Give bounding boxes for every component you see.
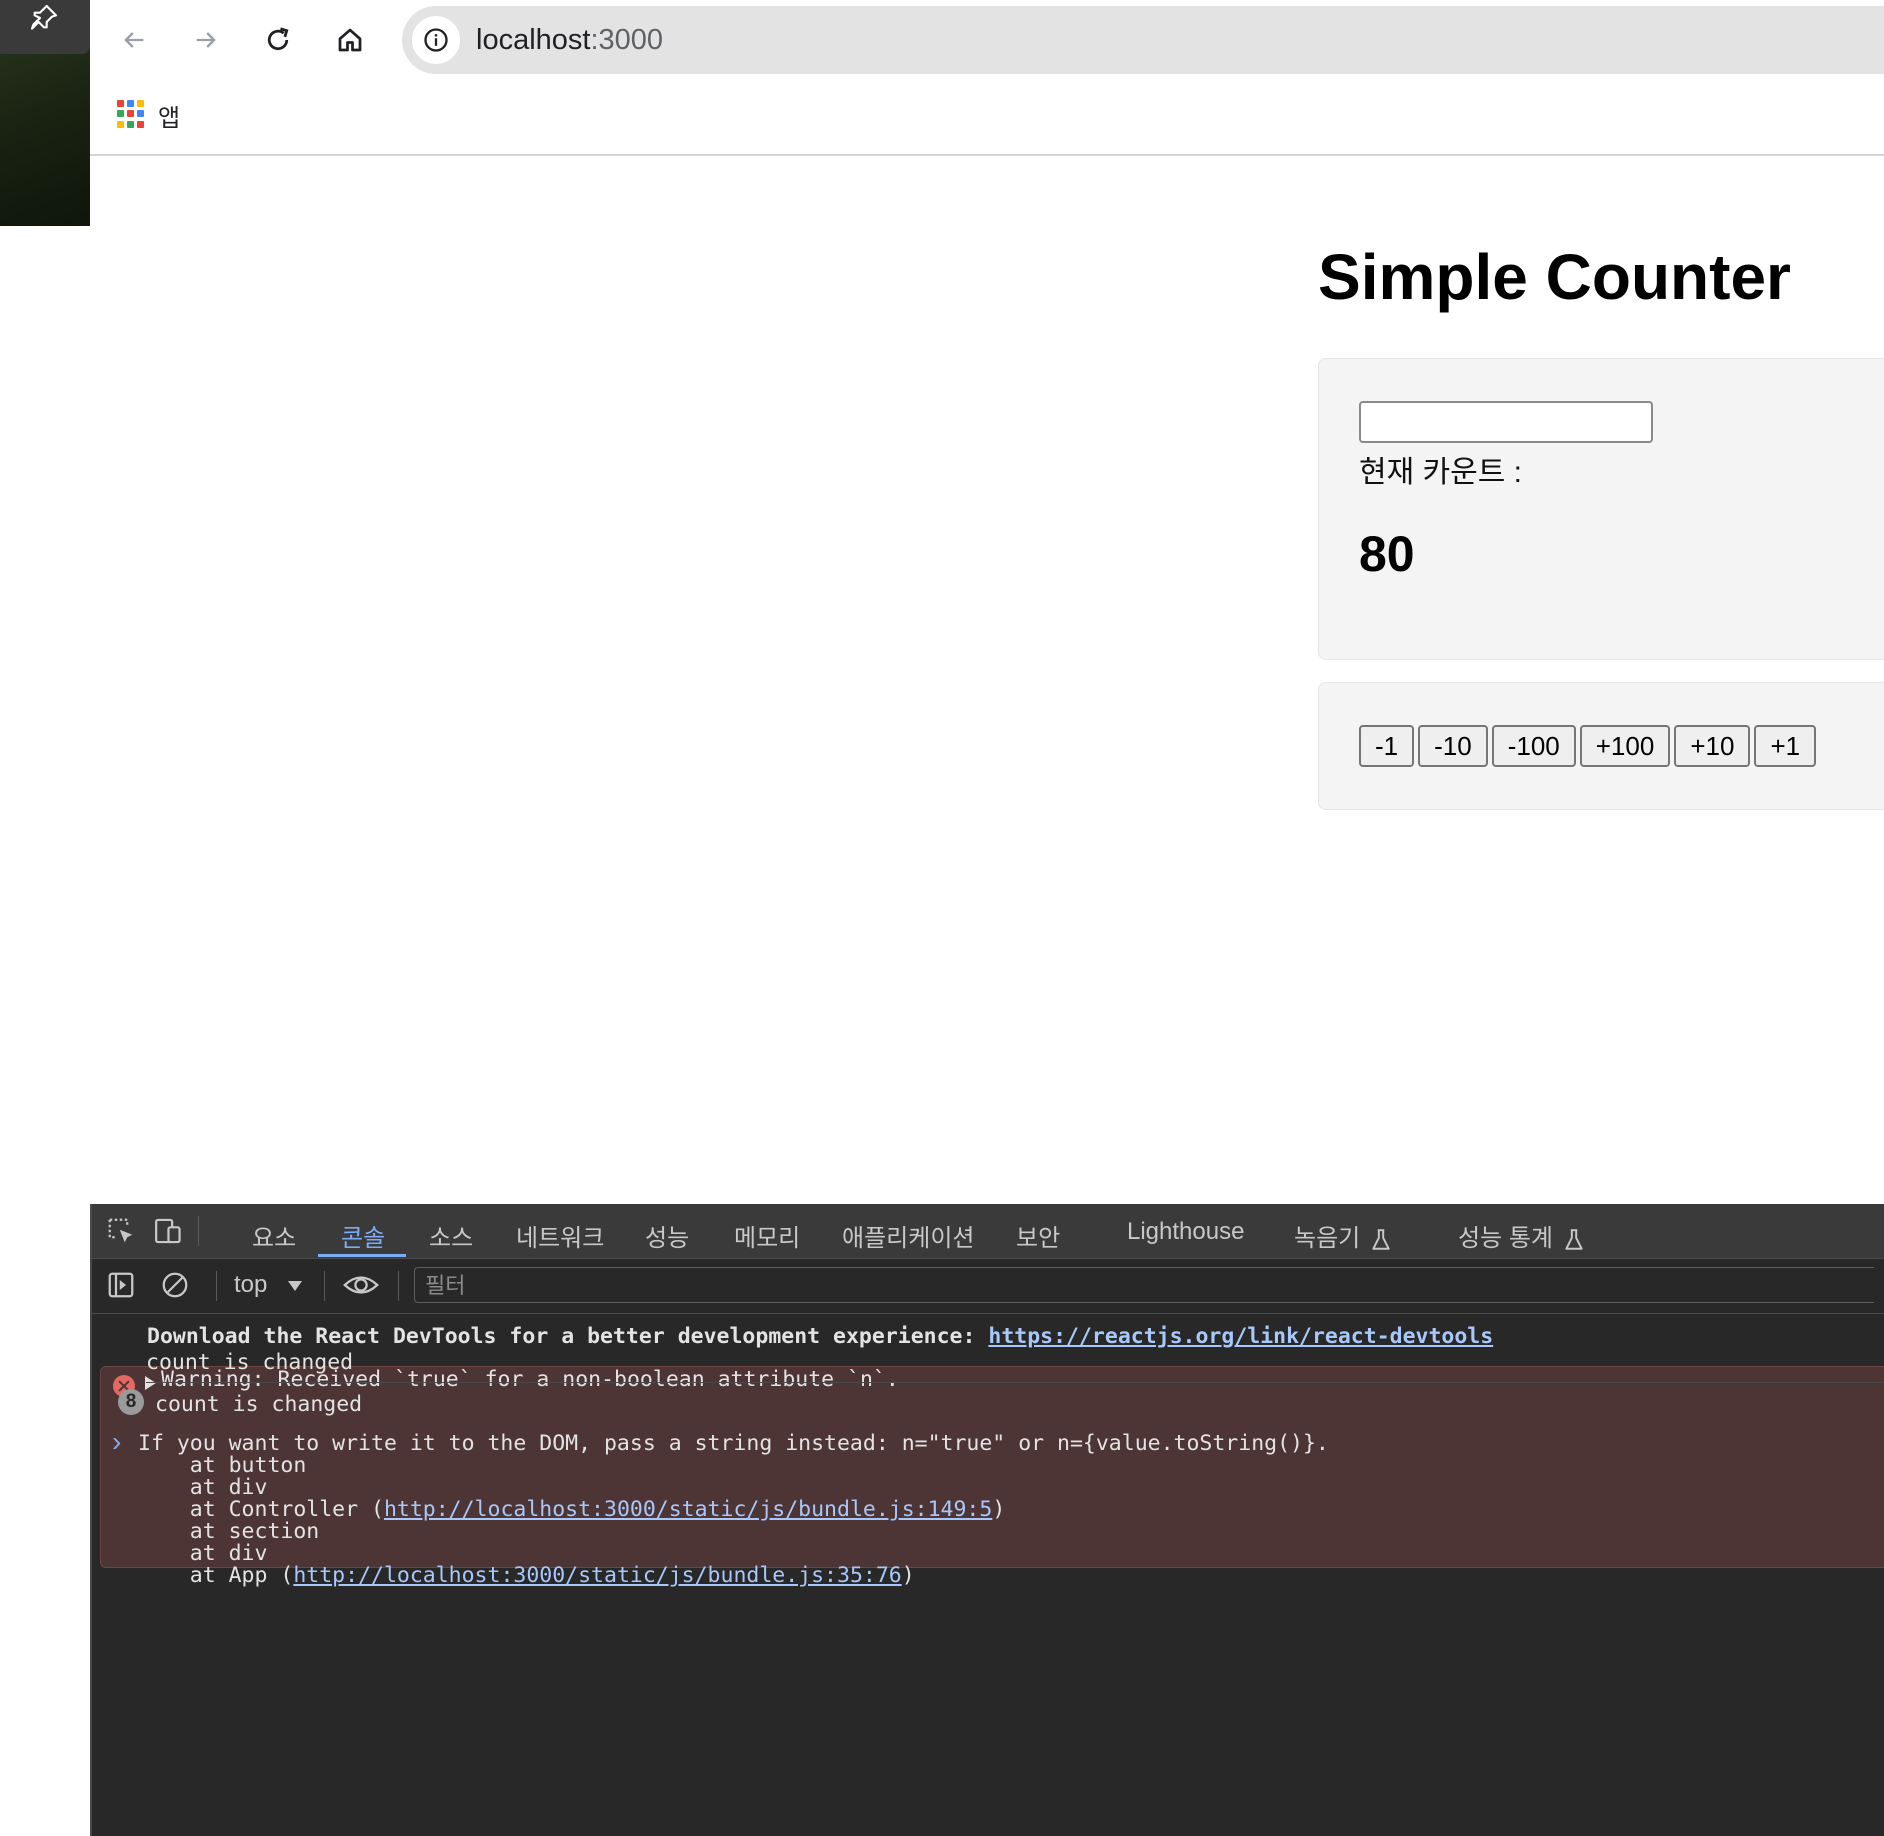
chevron-down-icon[interactable] [288,1281,302,1291]
clear-console-icon[interactable] [160,1270,190,1300]
console-toolbar: top [92,1259,1884,1314]
reload-button[interactable] [258,20,298,60]
count-label: 현재 카운트 : [1359,456,1523,489]
toolbar-divider [216,1271,217,1301]
forward-button[interactable] [186,20,226,60]
url-port: :3000 [590,24,664,56]
error-hint: If you want to write it to the DOM, pass… [138,1431,1329,1456]
stack-frame-suffix: ) [992,1497,1006,1522]
pin-icon [30,4,58,30]
tab-network[interactable]: 네트워크 [516,1218,604,1253]
flask-icon [1372,1228,1390,1250]
devtools-tab-bar: 요소 콘솔 소스 네트워크 성능 메모리 애플리케이션 보안 Lighthous… [92,1204,1884,1259]
filter-box [414,1267,1874,1303]
stack-frame: at div [138,1541,268,1566]
reload-icon [267,27,289,51]
react-devtools-link[interactable]: https://reactjs.org/link/react-devtools [988,1324,1493,1349]
context-selector[interactable]: top [234,1271,267,1299]
console-message-info: Download the React DevTools for a better… [92,1324,1884,1360]
flask-icon [1565,1228,1583,1250]
info-icon [424,28,448,52]
devtools-panel: 요소 콘솔 소스 네트워크 성능 메모리 애플리케이션 보안 Lighthous… [90,1204,1884,1836]
device-toolbar-icon[interactable] [150,1216,182,1246]
tab-memory[interactable]: 메모리 [734,1218,800,1253]
plus-10-button[interactable]: +10 [1674,725,1751,767]
url-host: localhost [476,24,591,56]
forward-arrow-icon [196,32,216,48]
inspect-element-icon[interactable] [106,1216,136,1246]
minus-10-button[interactable]: -10 [1418,725,1488,767]
devtools-message: Download the React DevTools for a better… [147,1324,1493,1349]
stack-frame: at div [138,1475,268,1500]
apps-grid-icon[interactable] [117,100,145,128]
count-value: 80 [1359,526,1415,582]
pinned-tab[interactable] [0,0,90,54]
controller-panel: -1 -10 -100 +100 +10 +1 [1318,682,1884,810]
count-panel: 현재 카운트 : 80 [1318,358,1884,660]
tab-elements[interactable]: 요소 [252,1218,296,1253]
tab-performance-insights-label: 성능 통계 [1458,1225,1553,1252]
apps-bookmark-label[interactable]: 앱 [158,98,180,133]
stack-frame: at section [138,1519,320,1544]
tab-recorder-label: 녹음기 [1294,1225,1361,1252]
home-icon [338,28,362,52]
url-text: localhost:3000 [476,24,663,57]
home-button[interactable] [330,20,370,60]
console-log-count-changed-repeated: count is changed [155,1392,363,1417]
plus-100-button[interactable]: +100 [1579,725,1671,767]
tab-divider [198,1216,199,1246]
bookmarks-bar: 앱 [90,80,1884,156]
stack-frame-prefix: at App ( [138,1563,294,1588]
back-arrow-icon [124,32,144,48]
tab-security[interactable]: 보안 [1016,1218,1060,1253]
back-button[interactable] [114,20,154,60]
stack-frame-app: at App (http://localhost:3000/static/js/… [138,1565,1329,1587]
error-details: If you want to write it to the DOM, pass… [138,1411,1329,1587]
tab-performance[interactable]: 성능 [645,1218,689,1253]
expand-triangle-icon[interactable] [145,1376,156,1390]
stack-frame-controller: at Controller (http://localhost:3000/sta… [138,1499,1329,1521]
tab-recorder[interactable]: 녹음기 [1294,1218,1392,1253]
count-input[interactable] [1359,401,1653,443]
tab-sources[interactable]: 소스 [429,1218,473,1253]
bundle-link-app[interactable]: http://localhost:3000/static/js/bundle.j… [293,1563,901,1588]
minus-100-button[interactable]: -100 [1491,725,1576,767]
console-message-error: Warning: Received `true` for a non-boole… [100,1366,1884,1587]
filter-input[interactable] [423,1271,1827,1301]
repeat-count-badge: 8 [118,1389,144,1415]
address-bar[interactable]: localhost:3000 [402,6,1884,74]
site-info-button[interactable] [412,16,460,64]
toolbar-divider [398,1271,399,1301]
tab-performance-insights[interactable]: 성능 통계 [1458,1218,1585,1253]
plus-1-button[interactable]: +1 [1754,725,1817,767]
stack-frame-suffix: ) [901,1563,915,1588]
counter-buttons: -1 -10 -100 +100 +10 +1 [1359,725,1817,767]
stack-frame: at button [138,1453,307,1478]
console-log-count-changed: count is changed [146,1350,354,1375]
minus-1-button[interactable]: -1 [1359,725,1415,767]
toolbar-divider [324,1271,325,1301]
tab-lighthouse[interactable]: Lighthouse [1127,1218,1244,1246]
console-row-divider [146,1382,1884,1383]
tab-application[interactable]: 애플리케이션 [842,1218,974,1253]
active-tab-indicator [318,1254,406,1257]
sidebar-toggle-icon[interactable] [106,1270,136,1300]
bundle-link-controller[interactable]: http://localhost:3000/static/js/bundle.j… [384,1497,992,1522]
live-expression-eye-icon[interactable] [342,1270,380,1300]
tab-console[interactable]: 콘솔 [341,1218,385,1253]
console-prompt-icon[interactable]: › [112,1426,121,1458]
browser-toolbar: localhost:3000 [90,0,1884,80]
devtools-message-text: Download the React DevTools for a better… [147,1324,989,1349]
page-title: Simple Counter [1318,241,1791,313]
